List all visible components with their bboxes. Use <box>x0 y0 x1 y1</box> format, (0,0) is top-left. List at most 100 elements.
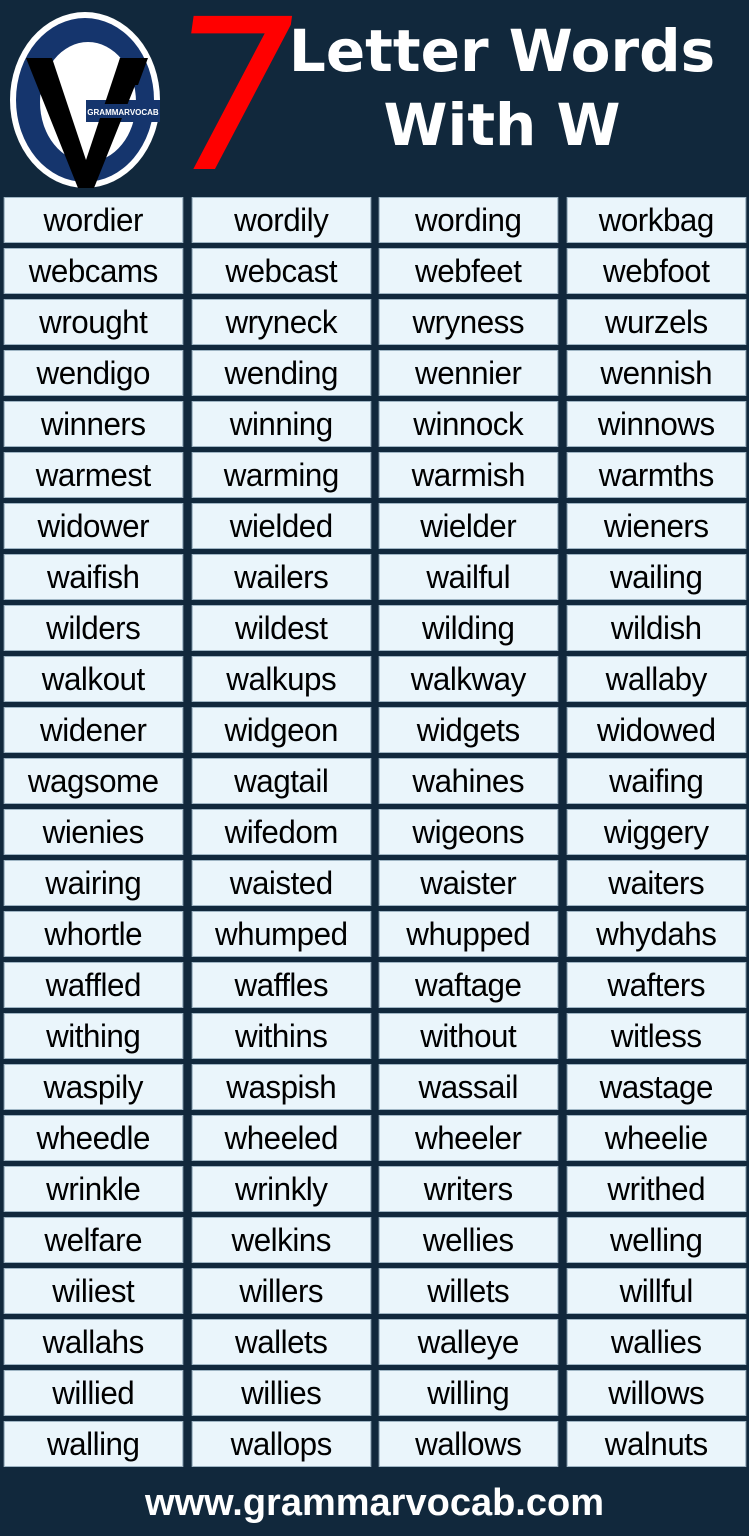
word-cell: wiggery <box>566 809 746 855</box>
word-cell: wending <box>191 350 371 396</box>
word-cell: waffles <box>191 962 371 1008</box>
word-cell: warmish <box>378 452 558 498</box>
word-cell: wellies <box>378 1217 558 1263</box>
word-cell: wrinkle <box>3 1166 183 1212</box>
word-cell: whortle <box>3 911 183 957</box>
word-cell: writhed <box>566 1166 746 1212</box>
word-cell: wielder <box>378 503 558 549</box>
word-grid: wordier wordily wording workbag webcams webca… <box>2 197 747 1472</box>
word-cell: waifish <box>3 554 183 600</box>
word-cell: walleye <box>378 1319 558 1365</box>
word-cell: whydahs <box>566 911 746 957</box>
word-cell: wienies <box>3 809 183 855</box>
website-url: www.grammarvocab.com <box>145 1482 604 1524</box>
word-cell: workbag <box>566 197 746 243</box>
word-cell: wilders <box>3 605 183 651</box>
title-line-2: With W <box>383 91 621 159</box>
word-cell: walkout <box>3 656 183 702</box>
word-cell: wryneck <box>191 299 371 345</box>
word-cell: without <box>378 1013 558 1059</box>
word-cell: waftage <box>378 962 558 1008</box>
word-cell: walling <box>3 1421 183 1467</box>
word-cell: wallows <box>378 1421 558 1467</box>
word-cell: wailers <box>191 554 371 600</box>
logo-text: GRAMMARVOCAB <box>87 108 159 117</box>
word-cell: webfeet <box>378 248 558 294</box>
word-cell: wordier <box>3 197 183 243</box>
word-cell: writers <box>378 1166 558 1212</box>
word-cell: welfare <box>3 1217 183 1263</box>
word-cell: wailful <box>378 554 558 600</box>
word-cell: wagsome <box>3 758 183 804</box>
word-cell: welkins <box>191 1217 371 1263</box>
word-cell: waspish <box>191 1064 371 1110</box>
word-cell: willers <box>191 1268 371 1314</box>
word-cell: wilding <box>378 605 558 651</box>
word-cell: wassail <box>378 1064 558 1110</box>
word-cell: wiliest <box>3 1268 183 1314</box>
word-cell: waffled <box>3 962 183 1008</box>
word-cell: waifing <box>566 758 746 804</box>
word-cell: widgeon <box>191 707 371 753</box>
word-cell: walnuts <box>566 1421 746 1467</box>
word-cell: winning <box>191 401 371 447</box>
word-cell: willies <box>191 1370 371 1416</box>
word-cell: wielded <box>191 503 371 549</box>
word-cell: walkups <box>191 656 371 702</box>
word-cell: wahines <box>378 758 558 804</box>
word-cell: winnows <box>566 401 746 447</box>
word-cell: wifedom <box>191 809 371 855</box>
word-cell: wieners <box>566 503 746 549</box>
word-cell: wallaby <box>566 656 746 702</box>
word-cell: wildish <box>566 605 746 651</box>
word-cell: whupped <box>378 911 558 957</box>
word-cell: withing <box>3 1013 183 1059</box>
word-cell: warmths <box>566 452 746 498</box>
word-cell: wallops <box>191 1421 371 1467</box>
word-cell: warmest <box>3 452 183 498</box>
word-cell: wallahs <box>3 1319 183 1365</box>
word-cell: willing <box>378 1370 558 1416</box>
word-cell: webcams <box>3 248 183 294</box>
word-cell: wennish <box>566 350 746 396</box>
word-cell: widower <box>3 503 183 549</box>
word-cell: widener <box>3 707 183 753</box>
word-cell: wildest <box>191 605 371 651</box>
word-cell: whumped <box>191 911 371 957</box>
word-cell: willets <box>378 1268 558 1314</box>
word-cell: waister <box>378 860 558 906</box>
word-cell: wailing <box>566 554 746 600</box>
word-cell: wairing <box>3 860 183 906</box>
word-cell: wrinkly <box>191 1166 371 1212</box>
word-cell: wigeons <box>378 809 558 855</box>
word-cell: warming <box>191 452 371 498</box>
word-cell: walkway <box>378 656 558 702</box>
word-cell: waiters <box>566 860 746 906</box>
word-cell: wryness <box>378 299 558 345</box>
word-cell: winnock <box>378 401 558 447</box>
word-cell: webcast <box>191 248 371 294</box>
title-line-1: Letter Words <box>288 17 716 85</box>
word-cell: wafters <box>566 962 746 1008</box>
word-cell: willied <box>3 1370 183 1416</box>
grammarvocab-logo-icon: GRAMMARVOCAB <box>10 12 160 188</box>
word-cell: wastage <box>566 1064 746 1110</box>
word-cell: widgets <box>378 707 558 753</box>
word-cell: widowed <box>566 707 746 753</box>
word-cell: willows <box>566 1370 746 1416</box>
word-cell: winners <box>3 401 183 447</box>
word-cell: waisted <box>191 860 371 906</box>
word-cell: wheelie <box>566 1115 746 1161</box>
page-title: Letter Words With W <box>262 14 742 162</box>
word-cell: wendigo <box>3 350 183 396</box>
word-cell: willful <box>566 1268 746 1314</box>
word-cell: wheedle <box>3 1115 183 1161</box>
word-cell: wennier <box>378 350 558 396</box>
word-cell: wrought <box>3 299 183 345</box>
word-cell: waspily <box>3 1064 183 1110</box>
word-cell: wording <box>378 197 558 243</box>
word-cell: webfoot <box>566 248 746 294</box>
word-cell: withins <box>191 1013 371 1059</box>
word-cell: wallies <box>566 1319 746 1365</box>
word-cell: wagtail <box>191 758 371 804</box>
